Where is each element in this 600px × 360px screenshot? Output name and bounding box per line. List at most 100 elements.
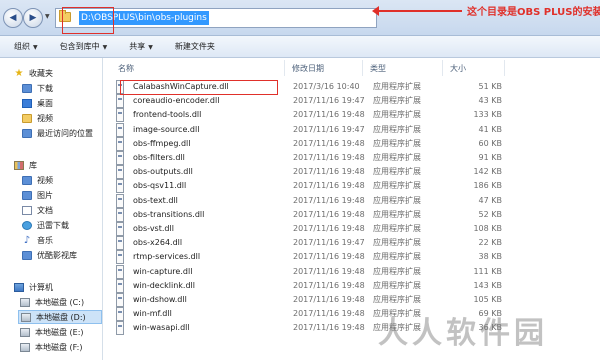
- organize-menu-button[interactable]: 组织 ▼: [14, 41, 38, 52]
- back-button[interactable]: ◀: [3, 8, 23, 28]
- hard-drive-icon: [20, 327, 30, 337]
- nav-item-recent-places[interactable]: 最近访问的位置: [22, 126, 93, 140]
- column-header-name[interactable]: 名称: [118, 62, 134, 76]
- file-row[interactable]: obs-x264.dll 2017/11/16 19:47 应用程序扩展 22 KB: [112, 236, 502, 251]
- include-in-library-menu-button[interactable]: 包含到库中 ▼: [60, 41, 108, 52]
- file-type: 应用程序扩展: [373, 252, 421, 262]
- file-row[interactable]: obs-outputs.dll 2017/11/16 19:48 应用程序扩展 142…: [112, 165, 502, 180]
- dll-file-icon: [116, 193, 124, 208]
- nav-favorites-label: 收藏夹: [29, 68, 53, 78]
- recent-pages-dropdown-icon[interactable]: ▼: [45, 13, 50, 20]
- column-divider[interactable]: [284, 60, 285, 76]
- file-size: 22 KB: [478, 238, 502, 248]
- file-name: image-source.dll: [133, 124, 200, 134]
- file-type: 应用程序扩展: [373, 110, 421, 120]
- nav-item-label: 文档: [37, 205, 53, 215]
- file-row[interactable]: win-decklink.dll 2017/11/16 19:48 应用程序扩展 14…: [112, 278, 502, 293]
- file-row[interactable]: obs-qsv11.dll 2017/11/16 19:48 应用程序扩展 186 K…: [112, 179, 502, 194]
- documents-library-icon: [22, 205, 32, 215]
- nav-item-drive-f[interactable]: 本地磁盘 (F:): [20, 340, 82, 354]
- dll-file-icon: [116, 250, 124, 265]
- file-name: frontend-tools.dll: [133, 110, 202, 120]
- file-row[interactable]: win-capture.dll 2017/11/16 19:48 应用程序扩展 111…: [112, 264, 502, 279]
- file-date: 2017/11/16 19:48: [293, 323, 365, 333]
- nav-item-downloads[interactable]: 下载: [22, 81, 53, 95]
- file-name: win-capture.dll: [133, 266, 193, 276]
- column-divider[interactable]: [442, 60, 443, 76]
- dll-file-icon: [116, 207, 124, 222]
- dll-file-icon: [116, 222, 124, 236]
- column-header-size[interactable]: 大小: [450, 62, 466, 76]
- file-size: 108 KB: [473, 224, 502, 233]
- file-size: 43 KB: [478, 96, 502, 106]
- nav-item-pictures[interactable]: 图片: [22, 188, 53, 202]
- file-name: obs-x264.dll: [133, 238, 183, 248]
- chevron-down-icon: ▼: [33, 44, 38, 51]
- file-date: 2017/11/16 19:48: [293, 167, 365, 177]
- file-type: 应用程序扩展: [373, 181, 421, 191]
- file-row[interactable]: obs-transitions.dll 2017/11/16 19:48 应用程序扩…: [112, 207, 502, 222]
- file-date: 2017/11/16 19:48: [293, 280, 365, 290]
- dll-file-icon: [116, 278, 124, 293]
- dll-file-icon: [116, 293, 124, 307]
- file-name: obs-qsv11.dll: [133, 181, 187, 191]
- file-row[interactable]: obs-ffmpeg.dll 2017/11/16 19:48 应用程序扩展 60 K…: [112, 136, 502, 151]
- file-row[interactable]: win-dshow.dll 2017/11/16 19:48 应用程序扩展 105 K…: [112, 293, 502, 307]
- file-name: win-mf.dll: [133, 309, 172, 319]
- annotation-text: 这个目录是OBS PLUS的安装目录: [467, 7, 600, 18]
- file-date: 2017/11/16 19:48: [293, 110, 365, 120]
- address-highlight-box: [62, 7, 114, 34]
- libraries-icon: [14, 160, 24, 170]
- nav-item-label: 桌面: [37, 98, 53, 108]
- nav-favorites[interactable]: ★ 收藏夹: [14, 66, 53, 80]
- share-menu-button[interactable]: 共享 ▼: [129, 41, 153, 52]
- nav-item-desktop[interactable]: 桌面: [22, 96, 53, 110]
- nav-libraries-label: 库: [29, 160, 37, 170]
- file-row[interactable]: image-source.dll 2017/11/16 19:47 应用程序扩展 41…: [112, 122, 502, 137]
- file-name: obs-ffmpeg.dll: [133, 138, 191, 148]
- file-size: 111 KB: [473, 266, 502, 276]
- column-header-type[interactable]: 类型: [370, 62, 386, 76]
- forward-button[interactable]: ▶: [23, 8, 43, 28]
- nav-item-thunder-downloads[interactable]: 迅雷下载: [22, 218, 69, 232]
- file-date: 2017/11/16 19:48: [293, 209, 365, 219]
- nav-item-music[interactable]: ♪ 音乐: [22, 233, 53, 247]
- nav-item-videos-fav[interactable]: 视频: [22, 111, 53, 125]
- file-row[interactable]: obs-text.dll 2017/11/16 19:48 应用程序扩展 47 KB: [112, 193, 502, 208]
- computer-icon: [14, 282, 24, 292]
- file-name: win-wasapi.dll: [133, 323, 190, 333]
- organize-label: 组织: [14, 42, 30, 51]
- pictures-library-icon: [22, 190, 32, 200]
- command-toolbar: 组织 ▼ 包含到库中 ▼ 共享 ▼ 新建文件夹: [0, 36, 600, 58]
- thunder-download-icon: [22, 220, 32, 230]
- chevron-down-icon: ▼: [148, 44, 153, 51]
- include-in-library-label: 包含到库中: [59, 42, 100, 51]
- file-row[interactable]: obs-vst.dll 2017/11/16 19:48 应用程序扩展 108 KB: [112, 222, 502, 236]
- file-row[interactable]: coreaudio-encoder.dll 2017/11/16 19:47 应用程…: [112, 94, 502, 109]
- nav-item-drive-e[interactable]: 本地磁盘 (E:): [20, 325, 84, 339]
- new-folder-button[interactable]: 新建文件夹: [175, 41, 215, 52]
- file-size: 105 KB: [473, 295, 502, 304]
- file-row[interactable]: frontend-tools.dll 2017/11/16 19:48 应用程序扩展…: [112, 108, 502, 123]
- nav-item-youku-library[interactable]: 优酷影视库: [22, 248, 77, 262]
- file-row[interactable]: rtmp-services.dll 2017/11/16 19:48 应用程序扩展 3…: [112, 250, 502, 265]
- nav-item-drive-d[interactable]: 本地磁盘 (D:): [18, 310, 102, 324]
- column-divider[interactable]: [504, 60, 505, 76]
- file-date: 2017/11/16 19:48: [293, 138, 365, 148]
- nav-item-label: 本地磁盘 (F:): [35, 342, 83, 352]
- back-arrow-icon: ◀: [9, 13, 17, 23]
- nav-item-documents[interactable]: 文档: [22, 203, 53, 217]
- nav-item-videos[interactable]: 视频: [22, 173, 53, 187]
- nav-libraries[interactable]: 库: [14, 158, 37, 172]
- nav-item-label: 视频: [37, 175, 53, 185]
- column-header-date[interactable]: 修改日期: [292, 62, 324, 76]
- nav-item-drive-c[interactable]: 本地磁盘 (C:): [20, 295, 84, 309]
- hard-drive-icon: [21, 312, 31, 322]
- file-type: 应用程序扩展: [373, 266, 421, 276]
- file-row[interactable]: obs-filters.dll 2017/11/16 19:48 应用程序扩展 91 …: [112, 151, 502, 165]
- column-divider[interactable]: [362, 60, 363, 76]
- file-size: 143 KB: [473, 280, 502, 290]
- nav-item-label: 最近访问的位置: [37, 128, 93, 138]
- nav-item-label: 本地磁盘 (D:): [36, 312, 86, 322]
- nav-computer[interactable]: 计算机: [14, 280, 53, 294]
